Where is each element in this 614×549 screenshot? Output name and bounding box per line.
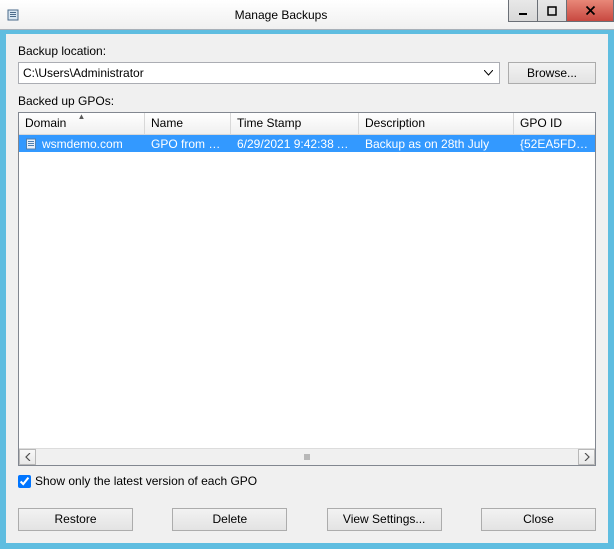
list-header: Domain ▲ Name Time Stamp Description GPO… — [19, 113, 595, 135]
view-settings-button[interactable]: View Settings... — [327, 508, 442, 531]
scroll-right-icon[interactable] — [578, 449, 595, 465]
column-header-description[interactable]: Description — [359, 113, 514, 134]
latest-version-checkbox-row: Show only the latest version of each GPO — [18, 474, 596, 488]
backup-location-label: Backup location: — [18, 44, 596, 58]
latest-version-label[interactable]: Show only the latest version of each GPO — [35, 474, 257, 488]
cell-name: GPO from GP... — [145, 137, 231, 151]
cell-description: Backup as on 28th July — [359, 137, 514, 151]
column-header-domain[interactable]: Domain ▲ — [19, 113, 145, 134]
backup-location-value: C:\Users\Administrator — [23, 66, 144, 80]
scroll-track[interactable] — [36, 449, 578, 465]
cell-domain: wsmdemo.com — [42, 137, 123, 151]
window-controls — [509, 0, 614, 22]
list-body: wsmdemo.com GPO from GP... 6/29/2021 9:4… — [19, 135, 595, 448]
sort-ascending-icon: ▲ — [78, 113, 86, 121]
cell-gpoid: {52EA5FDA-95... — [514, 137, 595, 151]
maximize-button[interactable] — [537, 0, 567, 22]
gpo-icon — [25, 137, 39, 151]
close-button[interactable]: Close — [481, 508, 596, 531]
scroll-left-icon[interactable] — [19, 449, 36, 465]
titlebar: Manage Backups — [0, 0, 614, 30]
chevron-down-icon — [479, 64, 497, 82]
cell-timestamp: 6/29/2021 9:42:38 AM — [231, 137, 359, 151]
delete-button[interactable]: Delete — [172, 508, 287, 531]
app-icon — [6, 7, 22, 23]
minimize-button[interactable] — [508, 0, 538, 22]
close-window-button[interactable] — [566, 0, 614, 22]
gpo-list: Domain ▲ Name Time Stamp Description GPO… — [18, 112, 596, 466]
list-row[interactable]: wsmdemo.com GPO from GP... 6/29/2021 9:4… — [19, 135, 595, 152]
manage-backups-window: Manage Backups Backup location: C:\Users… — [0, 0, 614, 549]
backed-up-gpos-label: Backed up GPOs: — [18, 94, 596, 108]
browse-button[interactable]: Browse... — [508, 62, 596, 84]
restore-button[interactable]: Restore — [18, 508, 133, 531]
column-header-name[interactable]: Name — [145, 113, 231, 134]
dialog-content: Backup location: C:\Users\Administrator … — [6, 34, 608, 543]
horizontal-scrollbar[interactable] — [19, 448, 595, 465]
column-header-gpoid[interactable]: GPO ID — [514, 113, 595, 134]
backup-location-dropdown[interactable]: C:\Users\Administrator — [18, 62, 500, 84]
latest-version-checkbox[interactable] — [18, 475, 31, 488]
location-row: C:\Users\Administrator Browse... — [18, 62, 596, 84]
button-row: Restore Delete View Settings... Close — [18, 508, 596, 531]
column-header-timestamp[interactable]: Time Stamp — [231, 113, 359, 134]
